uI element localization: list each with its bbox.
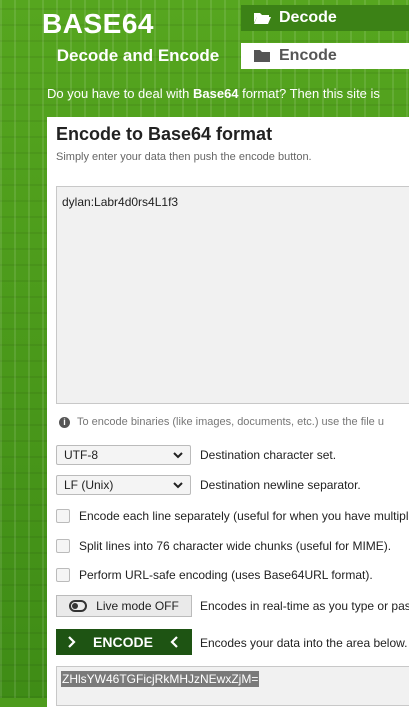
- page-title: Encode to Base64 format: [56, 124, 273, 144]
- url-safe-label[interactable]: Perform URL-safe encoding (uses Base64UR…: [79, 568, 373, 582]
- live-mode-label: Live mode OFF: [96, 599, 179, 613]
- live-mode-description: Encodes in real-time as you type or pas: [200, 599, 409, 613]
- charset-select[interactable]: UTF-8: [56, 445, 191, 465]
- tagline: Do you have to deal with Base64 format? …: [47, 86, 380, 101]
- newline-label: Destination newline separator.: [200, 478, 361, 492]
- site-subtitle: Decode and Encode: [56, 46, 220, 65]
- nav-decode-label: Decode: [279, 9, 337, 26]
- chevron-left-icon: [170, 636, 178, 648]
- encode-description: Encodes your data into the area below.: [200, 636, 408, 650]
- nav-encode-label: Encode: [279, 47, 337, 64]
- output-textarea[interactable]: ZHlsYW46TGFicjRkMHJzNEwxZjM=: [56, 666, 409, 706]
- split-lines-checkbox[interactable]: [56, 539, 70, 553]
- encode-each-line-label[interactable]: Encode each line separately (useful for …: [79, 509, 409, 523]
- info-text: To encode binaries (like images, documen…: [77, 416, 384, 428]
- page-subtitle: Simply enter your data then push the enc…: [56, 151, 312, 163]
- charset-label: Destination character set.: [200, 448, 337, 462]
- info-icon: i: [59, 416, 70, 428]
- split-lines-label[interactable]: Split lines into 76 character wide chunk…: [79, 539, 391, 553]
- newline-value: LF (Unix): [64, 478, 114, 492]
- site-title[interactable]: BASE64: [0, 8, 196, 40]
- encode-button[interactable]: ENCODE: [56, 629, 192, 655]
- encode-label: ENCODE: [93, 634, 153, 650]
- output-value: ZHlsYW46TGFicjRkMHJzNEwxZjM=: [61, 671, 260, 687]
- folder-open-icon: [254, 13, 271, 24]
- chevron-down-icon: [173, 481, 183, 488]
- chevron-down-icon: [173, 451, 183, 458]
- encode-each-line-checkbox[interactable]: [56, 509, 70, 523]
- folder-icon: [254, 50, 270, 62]
- live-mode-button[interactable]: Live mode OFF: [56, 595, 192, 617]
- nav-decode-link[interactable]: Decode: [241, 5, 409, 31]
- nav-encode-link[interactable]: Encode: [241, 43, 409, 69]
- charset-value: UTF-8: [64, 448, 98, 462]
- info-note: i To encode binaries (like images, docum…: [59, 416, 384, 428]
- toggle-icon: [69, 600, 88, 612]
- url-safe-checkbox[interactable]: [56, 568, 70, 582]
- input-textarea[interactable]: dylan:Labr4d0rs4L1f3: [56, 186, 409, 404]
- newline-select[interactable]: LF (Unix): [56, 475, 191, 495]
- chevron-right-icon: [68, 636, 76, 648]
- encode-panel: Encode to Base64 format Simply enter you…: [47, 117, 409, 707]
